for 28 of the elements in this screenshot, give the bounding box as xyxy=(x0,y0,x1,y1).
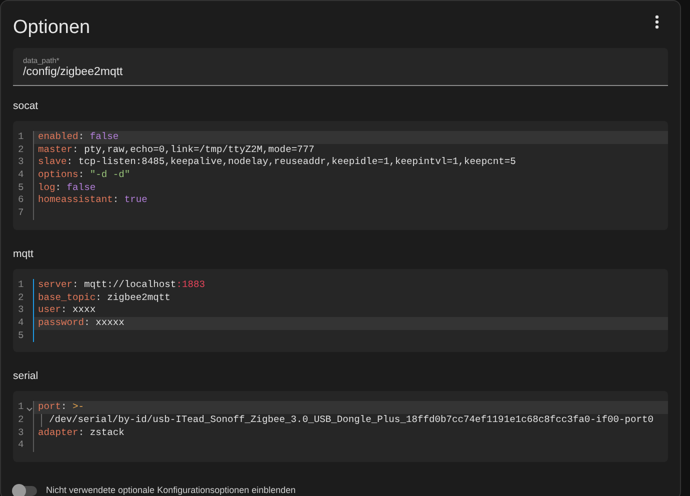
section-label: mqtt xyxy=(13,246,34,261)
line-number: 7 xyxy=(18,207,24,220)
line-number: 4 xyxy=(18,316,24,330)
line-number: 3 xyxy=(18,304,24,317)
line-number: 1 xyxy=(18,131,24,144)
toggle-label: Nicht verwendete optionale Konfigurationsoptionen einblenden xyxy=(46,484,296,496)
code-editor[interactable] xyxy=(13,121,668,230)
line-number: 6 xyxy=(18,194,24,208)
section-label: serial xyxy=(13,369,40,384)
line-number: 3 xyxy=(18,156,24,170)
card-title: Optionen xyxy=(13,16,90,40)
line-number: 2 xyxy=(18,414,24,427)
more-menu-icon[interactable] xyxy=(655,15,659,29)
line-number: 5 xyxy=(18,330,24,342)
line-number: 4 xyxy=(18,169,24,182)
section-label: socat xyxy=(13,99,40,113)
line-number: 1 xyxy=(18,278,24,292)
line-number: 4 xyxy=(18,439,24,452)
line-number: 2 xyxy=(18,292,24,304)
line-number: 3 xyxy=(18,426,24,440)
chevron-icon[interactable] xyxy=(26,406,33,412)
field-value: /config/zigbee2mqtt xyxy=(23,65,124,79)
line-number: 2 xyxy=(18,144,24,156)
line-number: 1 xyxy=(18,401,24,414)
code-editor[interactable]: 1 2 3 4 5 server: mqtt://localhost:1883 base_topic: zigbee2mqtt user: xxxx password: xxxxx xyxy=(13,268,668,352)
toggle-switch[interactable] xyxy=(13,486,37,496)
code-editor[interactable]: 1 2 3 4 port: >- /dev/serial/by-id/usb-ITead_Sonoff_Zigbee_3.0_USB_Dongle_Plus_18ffd0b7cc74ef1191e1c68c8fcc3fa0-if00-port0 adapter: zstack xyxy=(13,391,668,462)
line-number: 5 xyxy=(18,182,24,194)
